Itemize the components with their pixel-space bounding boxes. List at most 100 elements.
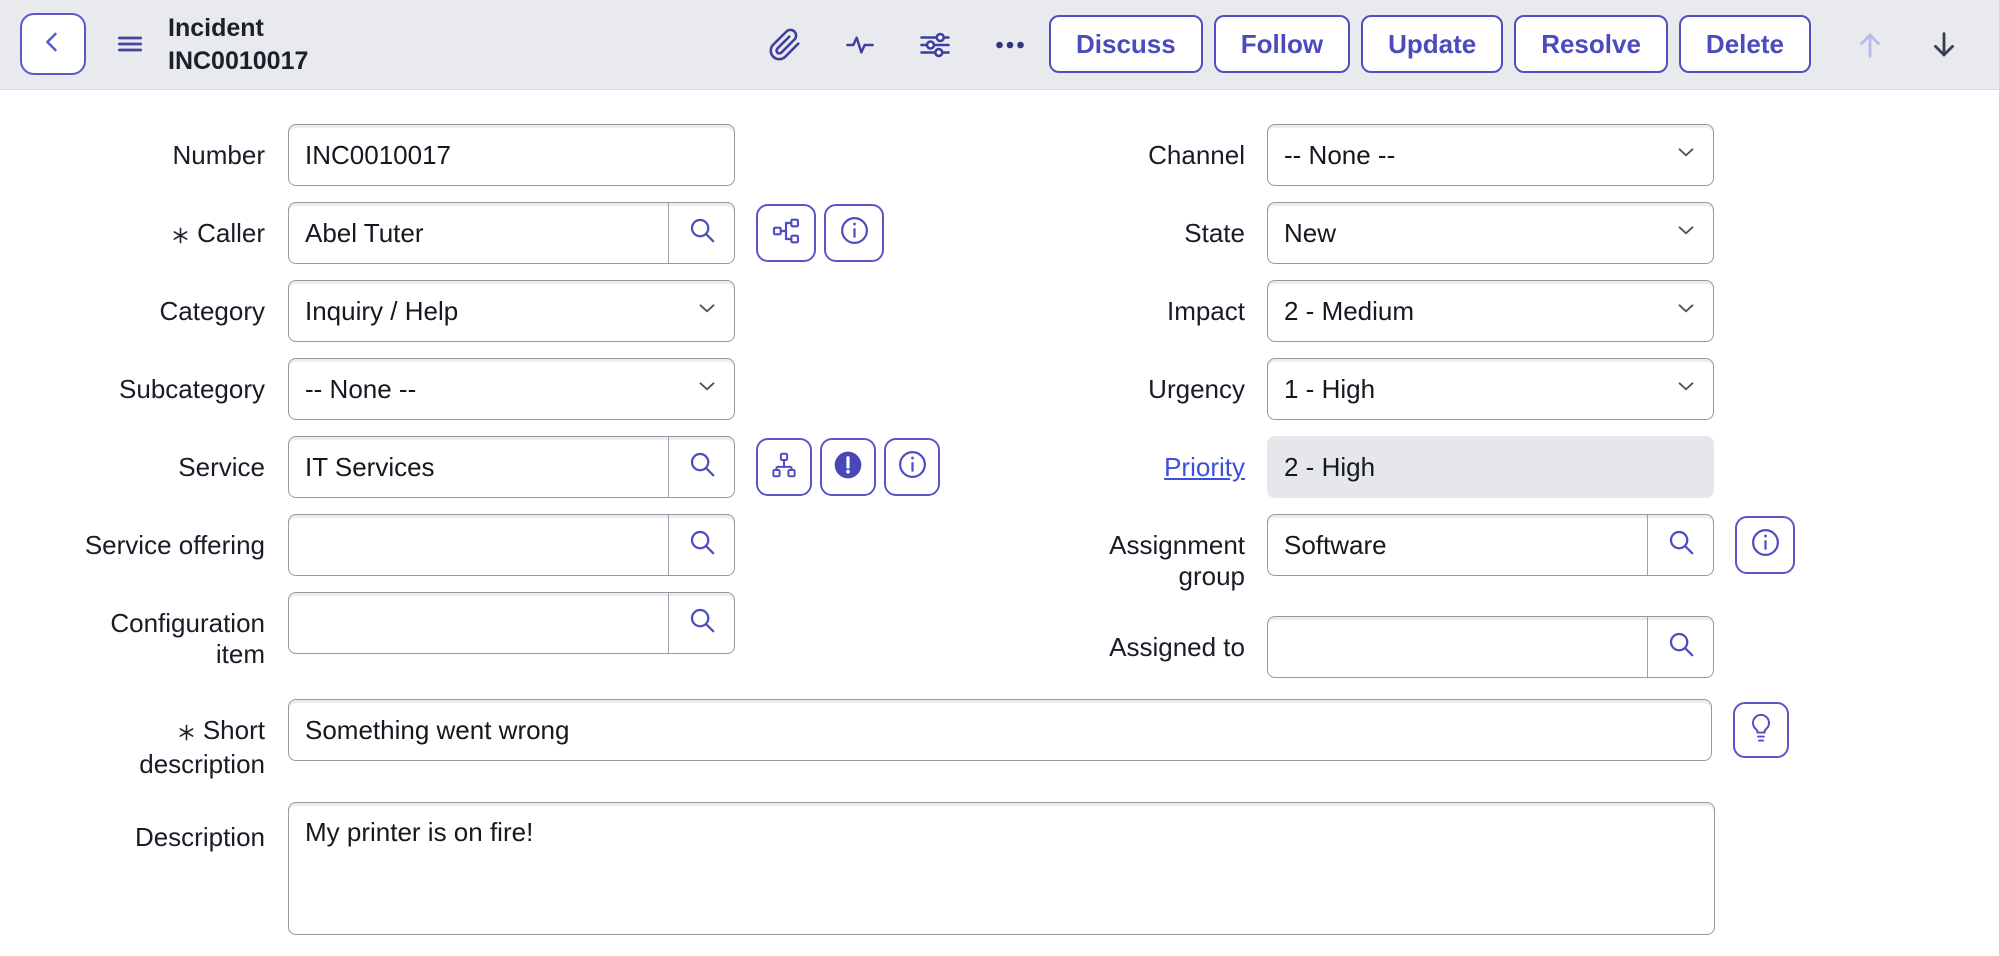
sliders-icon bbox=[916, 27, 954, 66]
search-icon bbox=[687, 215, 717, 252]
field-row-service-offering: Service offering bbox=[65, 514, 940, 576]
chevron-down-icon bbox=[1673, 217, 1699, 250]
update-button[interactable]: Update bbox=[1361, 15, 1503, 73]
search-icon bbox=[687, 605, 717, 642]
number-field bbox=[288, 124, 735, 186]
assignment-group-input[interactable] bbox=[1268, 515, 1647, 575]
info-icon bbox=[1749, 526, 1782, 564]
channel-label: Channel bbox=[1045, 124, 1245, 171]
description-textarea[interactable]: My printer is on fire! bbox=[288, 802, 1715, 935]
chevron-down-icon bbox=[1673, 139, 1699, 172]
attachment-button[interactable] bbox=[762, 24, 808, 68]
follow-button[interactable]: Follow bbox=[1214, 15, 1350, 73]
configuration-item-search-button[interactable] bbox=[668, 593, 734, 653]
discuss-button[interactable]: Discuss bbox=[1049, 15, 1203, 73]
caller-search-button[interactable] bbox=[668, 203, 734, 263]
form-column-left: Number Caller bbox=[65, 124, 940, 686]
field-row-impact: Impact 2 - Medium bbox=[1045, 280, 1795, 342]
caller-field bbox=[288, 202, 735, 264]
impact-value: 2 - Medium bbox=[1268, 296, 1673, 327]
field-row-channel: Channel -- None -- bbox=[1045, 124, 1795, 186]
service-alert-button[interactable] bbox=[820, 438, 876, 496]
back-button[interactable] bbox=[20, 13, 86, 75]
subcategory-label: Subcategory bbox=[65, 358, 265, 405]
service-offering-input[interactable] bbox=[289, 515, 668, 575]
priority-value: 2 - High bbox=[1284, 452, 1375, 483]
assignment-group-info-button[interactable] bbox=[1735, 516, 1795, 574]
lightbulb-icon bbox=[1747, 712, 1775, 749]
state-select[interactable]: New bbox=[1267, 202, 1714, 264]
activity-stream-button[interactable] bbox=[837, 24, 883, 68]
short-description-label: Short description bbox=[65, 699, 265, 780]
personalize-form-button[interactable] bbox=[912, 24, 958, 68]
priority-link[interactable]: Priority bbox=[1164, 452, 1245, 482]
service-search-button[interactable] bbox=[668, 437, 734, 497]
subcategory-value: -- None -- bbox=[289, 374, 694, 405]
alert-filled-icon bbox=[832, 449, 864, 486]
required-icon bbox=[171, 221, 190, 252]
search-icon bbox=[1666, 527, 1696, 564]
caller-info-button[interactable] bbox=[824, 204, 884, 262]
field-row-configuration-item: Configuration item bbox=[65, 592, 940, 670]
search-icon bbox=[1666, 629, 1696, 666]
impact-select[interactable]: 2 - Medium bbox=[1267, 280, 1714, 342]
delete-button[interactable]: Delete bbox=[1679, 15, 1811, 73]
hamburger-icon bbox=[112, 28, 148, 63]
assigned-to-input[interactable] bbox=[1268, 617, 1647, 677]
configuration-item-label: Configuration item bbox=[65, 592, 265, 670]
service-offering-label: Service offering bbox=[65, 514, 265, 561]
assignment-group-search-button[interactable] bbox=[1647, 515, 1713, 575]
short-description-input[interactable] bbox=[289, 700, 1711, 760]
search-icon bbox=[687, 527, 717, 564]
state-value: New bbox=[1268, 218, 1673, 249]
paperclip-icon bbox=[768, 28, 802, 65]
service-offering-search-button[interactable] bbox=[668, 515, 734, 575]
menu-button[interactable] bbox=[108, 26, 152, 64]
service-tree-button[interactable] bbox=[756, 438, 812, 496]
description-label: Description bbox=[65, 802, 265, 853]
assignment-group-field bbox=[1267, 514, 1714, 576]
header-bar: Incident INC0010017 Discuss Follow bbox=[0, 0, 1999, 90]
required-icon bbox=[177, 718, 196, 749]
service-input[interactable] bbox=[289, 437, 668, 497]
configuration-item-field bbox=[288, 592, 735, 654]
page-title-number: INC0010017 bbox=[168, 45, 308, 78]
number-input[interactable] bbox=[289, 125, 734, 185]
next-record-button[interactable] bbox=[1922, 25, 1966, 67]
caller-label: Caller bbox=[65, 202, 265, 252]
page-title: Incident INC0010017 bbox=[168, 12, 308, 78]
info-icon bbox=[896, 448, 929, 486]
field-row-subcategory: Subcategory -- None -- bbox=[65, 358, 940, 420]
search-icon bbox=[687, 449, 717, 486]
info-icon bbox=[838, 214, 871, 252]
resolve-button[interactable]: Resolve bbox=[1514, 15, 1668, 73]
priority-readonly-field: 2 - High bbox=[1267, 436, 1714, 498]
category-select[interactable]: Inquiry / Help bbox=[288, 280, 735, 342]
field-row-state: State New bbox=[1045, 202, 1795, 264]
form-column-right: Channel -- None -- State New Impact bbox=[1045, 124, 1795, 694]
service-offering-field bbox=[288, 514, 735, 576]
field-row-assigned-to: Assigned to bbox=[1045, 616, 1795, 678]
chevron-down-icon bbox=[694, 295, 720, 328]
incident-form-screen: Incident INC0010017 Discuss Follow bbox=[0, 0, 1999, 956]
field-row-number: Number bbox=[65, 124, 940, 186]
field-row-description: Description My printer is on fire! bbox=[65, 802, 1715, 935]
suggestion-button[interactable] bbox=[1733, 702, 1789, 758]
pulse-icon bbox=[841, 29, 879, 64]
caller-input[interactable] bbox=[289, 203, 668, 263]
incident-form: Number Caller bbox=[0, 90, 1999, 956]
urgency-value: 1 - High bbox=[1268, 374, 1673, 405]
page-title-type: Incident bbox=[168, 12, 308, 45]
field-row-assignment-group: Assignment group bbox=[1045, 514, 1795, 592]
state-label: State bbox=[1045, 202, 1245, 249]
previous-record-button[interactable] bbox=[1848, 25, 1892, 67]
assigned-to-search-button[interactable] bbox=[1647, 617, 1713, 677]
configuration-item-input[interactable] bbox=[289, 593, 668, 653]
more-options-button[interactable] bbox=[987, 24, 1033, 68]
caller-hierarchy-button[interactable] bbox=[756, 204, 816, 262]
hierarchy-icon bbox=[770, 215, 802, 252]
urgency-select[interactable]: 1 - High bbox=[1267, 358, 1714, 420]
channel-select[interactable]: -- None -- bbox=[1267, 124, 1714, 186]
service-info-button[interactable] bbox=[884, 438, 940, 496]
subcategory-select[interactable]: -- None -- bbox=[288, 358, 735, 420]
